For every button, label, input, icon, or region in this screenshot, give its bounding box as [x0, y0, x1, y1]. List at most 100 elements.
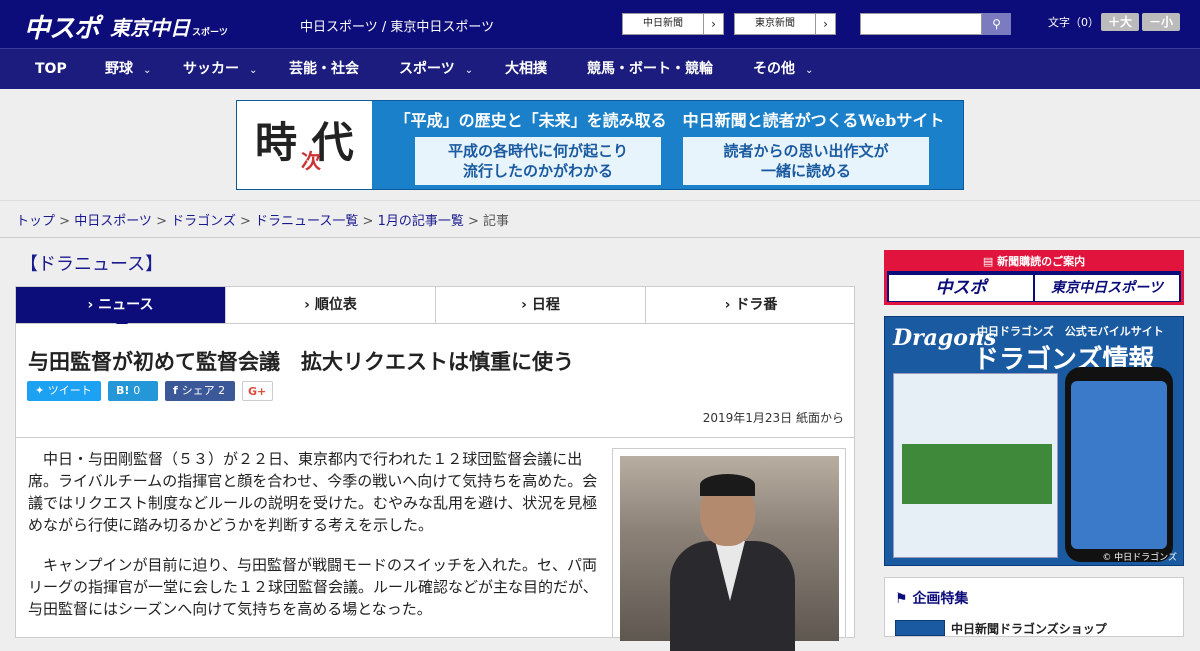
- breadcrumb-current: 記事: [483, 214, 510, 229]
- breadcrumb-sep: >: [358, 214, 378, 229]
- hatena-count: 0: [133, 384, 141, 397]
- site-name: 中日スポーツ / 東京中日スポーツ: [300, 20, 495, 35]
- article-photo[interactable]: [620, 456, 839, 651]
- dragons-ad-subtitle: 中日ドラゴンズ 公式モバイルサイト: [977, 325, 1164, 338]
- chevron-right-icon: ›: [724, 297, 736, 313]
- tokyo-shimbun-button[interactable]: 東京新聞 ›: [734, 13, 836, 35]
- facebook-share-button[interactable]: f シェア 2: [165, 381, 235, 401]
- nav-item-entertainment[interactable]: 芸能・社会: [289, 49, 359, 90]
- chusupo-logo[interactable]: 中スポ: [24, 8, 100, 45]
- facebook-share-label: シェア 2: [181, 384, 226, 397]
- nav-item-sumo[interactable]: 大相撲: [505, 49, 547, 90]
- nav-item-label: スポーツ: [399, 61, 455, 77]
- article-date: 2019年1月23日 紙面から: [702, 411, 844, 425]
- nav-item-sports[interactable]: スポーツ ⌄: [399, 49, 473, 90]
- tab-doraban[interactable]: › ドラ番: [646, 287, 856, 323]
- article-paragraph: 中日・与田剛監督（５３）が２２日、東京都内で行われた１２球団監督会議に出席。ライ…: [28, 450, 598, 534]
- tokyo-shimbun-label: 東京新聞: [755, 18, 795, 29]
- dragons-mobile-ad[interactable]: Dragons 中日ドラゴンズ 公式モバイルサイト ドラゴンズ情報 © 中日ドラ…: [884, 316, 1184, 566]
- chevron-right-icon: ›: [304, 297, 315, 313]
- jidai-banner[interactable]: 時 代 次 「平成」の歴史と「未来」を読み取る 中日新聞と読者がつくるWebサイ…: [236, 100, 964, 190]
- breadcrumb-sep: >: [235, 214, 256, 229]
- chevron-right-icon: ›: [87, 297, 99, 313]
- breadcrumb-sep: >: [55, 214, 75, 229]
- search-input[interactable]: [860, 13, 982, 35]
- photo-hair: [700, 474, 755, 496]
- nav-item-soccer[interactable]: サッカー ⌄: [183, 49, 257, 90]
- breadcrumb-month-list[interactable]: 1月の記事一覧: [378, 214, 464, 229]
- nav-item-label: 芸能・社会: [289, 61, 359, 77]
- nav-item-top[interactable]: TOP: [35, 49, 67, 90]
- breadcrumb-sep: >: [151, 214, 172, 229]
- tokyo-chunichi-logo-sub: スポーツ: [192, 28, 228, 38]
- tab-news[interactable]: › ニュース: [16, 287, 226, 331]
- nav-item-label: サッカー: [183, 61, 239, 77]
- banner-box-2: 読者からの思い出作文が 一緒に読める: [683, 137, 929, 185]
- dragons-ad-copyright: © 中日ドラゴンズ: [1102, 553, 1177, 563]
- font-size-up-button[interactable]: ＋大: [1101, 13, 1139, 31]
- breadcrumb-top[interactable]: トップ: [16, 214, 55, 229]
- nav-item-label: 野球: [105, 61, 133, 77]
- chevron-right-icon: ›: [521, 297, 532, 313]
- banner-logo-area: 時 代 次: [237, 101, 372, 189]
- article-title: 与田監督が初めて監督会議 拡大リクエストは慎重に使う: [28, 350, 574, 374]
- breadcrumb-chunichi[interactable]: 中日スポーツ: [74, 214, 152, 229]
- chevron-down-icon: ⌄: [805, 65, 814, 76]
- subscribe-head: ▤ 新聞購読のご案内: [887, 253, 1181, 271]
- facebook-icon: f: [173, 384, 182, 397]
- article-body: 中日・与田剛監督（５３）が２２日、東京都内で行われた１２球団監督会議に出席。ライ…: [15, 438, 855, 651]
- tweet-label: ツイート: [47, 384, 92, 397]
- article-photo-frame: [612, 448, 846, 651]
- search-button[interactable]: ⚲: [982, 13, 1011, 35]
- chevron-down-icon: ⌄: [464, 65, 474, 76]
- tab-schedule[interactable]: › 日程: [436, 287, 646, 323]
- site-header: 中スポ 東京中日 スポーツ 中日スポーツ / 東京中日スポーツ 中日新聞 › 東京新…: [0, 0, 1200, 48]
- subscribe-tokyo-button[interactable]: 東京中日スポーツ: [1035, 275, 1179, 301]
- font-size-down-button[interactable]: －小: [1142, 13, 1180, 31]
- tab-label: 日程: [531, 297, 560, 313]
- feature-head-label: 企画特集: [912, 591, 969, 607]
- tab-label: ドラ番: [735, 297, 778, 313]
- subscribe-chusupo-button[interactable]: 中スポ: [889, 275, 1033, 301]
- font-size-label: 文字（0）: [1048, 16, 1099, 29]
- search-icon: ⚲: [992, 17, 1001, 31]
- chunichi-shimbun-button[interactable]: 中日新聞 ›: [622, 13, 724, 35]
- feature-thumb[interactable]: [895, 620, 945, 636]
- article-header: 与田監督が初めて監督会議 拡大リクエストは慎重に使う ✦ ツイート B! 0 f…: [15, 324, 855, 438]
- feature-head: ⚑ 企画特集: [895, 588, 968, 608]
- chevron-down-icon: ⌄: [249, 65, 258, 76]
- hatena-icon: B!: [116, 384, 134, 397]
- nav-item-label: TOP: [35, 61, 67, 77]
- banner-headline: 「平成」の歴史と「未来」を読み取る 中日新聞と読者がつくるWebサイト: [394, 111, 945, 130]
- gplus-button[interactable]: G+: [242, 381, 273, 401]
- subscribe-box: ▤ 新聞購読のご案内 中スポ 東京中日スポーツ: [884, 250, 1184, 305]
- article-paragraph: キャンプインが目前に迫り、与田監督が戦闘モードのスイッチを入れた。セ、パ両リーグ…: [28, 556, 598, 618]
- nav-item-baseball[interactable]: 野球 ⌄: [105, 49, 151, 90]
- tab-standings[interactable]: › 順位表: [226, 287, 436, 323]
- twitter-icon: ✦: [35, 384, 48, 397]
- feature-item[interactable]: 中日新聞ドラゴンズショップ: [951, 620, 1107, 637]
- breadcrumb-news-list[interactable]: ドラニュース一覧: [255, 214, 358, 229]
- article-tabs: › ニュース › 順位表 › 日程 › ドラ番: [15, 286, 856, 331]
- tab-label: 順位表: [314, 297, 357, 313]
- dragons-ad-phone: [1065, 367, 1173, 562]
- chevron-down-icon: ⌄: [143, 65, 152, 76]
- chevron-right-icon: ›: [703, 14, 723, 34]
- banner-kanji-sub: 次: [301, 149, 321, 173]
- hatena-button[interactable]: B! 0: [108, 381, 158, 401]
- tokyo-chunichi-logo[interactable]: 東京中日 スポーツ: [110, 12, 228, 41]
- breadcrumb-dragons[interactable]: ドラゴンズ: [171, 214, 236, 229]
- bookmark-icon: ⚑: [895, 591, 913, 607]
- feature-box: ⚑ 企画特集 中日新聞ドラゴンズショップ: [884, 577, 1184, 637]
- dragons-ad-screen: [893, 373, 1058, 558]
- tweet-button[interactable]: ✦ ツイート: [27, 381, 101, 401]
- banner-box-1: 平成の各時代に何が起こり 流行したのかがわかる: [415, 137, 661, 185]
- breadcrumb-sep: >: [463, 214, 484, 229]
- chunichi-shimbun-label: 中日新聞: [643, 18, 683, 29]
- nav-item-keiba[interactable]: 競馬・ボート・競輪: [587, 49, 713, 90]
- dragons-ad-phone-screen: [1071, 381, 1167, 549]
- nav-item-other[interactable]: その他 ⌄: [753, 49, 813, 90]
- nav-item-label: その他: [753, 61, 795, 77]
- newspaper-icon: ▤: [982, 255, 998, 268]
- breadcrumb: トップ > 中日スポーツ > ドラゴンズ > ドラニュース一覧 > 1月の記事一…: [16, 210, 509, 229]
